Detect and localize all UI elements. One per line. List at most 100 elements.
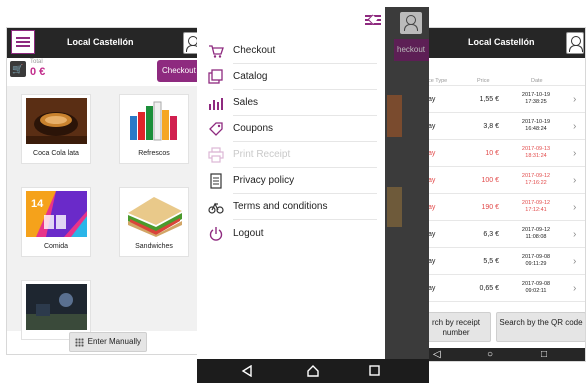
menu-item-label: Privacy policy: [233, 175, 295, 186]
table-row[interactable]: ay 100 € 2017-09-12 17:16:22 ›: [421, 168, 585, 194]
table-row[interactable]: ay 1,55 € 2017-10-19 17:38:25 ›: [421, 87, 585, 113]
menu-item-privacy-policy[interactable]: Privacy policy: [197, 168, 385, 194]
row-price: 0,65 €: [479, 285, 499, 292]
user-profile-icon[interactable]: [400, 12, 422, 34]
checkout-button[interactable]: Checkout: [157, 60, 197, 82]
enter-manually-button[interactable]: Enter Manually: [69, 332, 147, 352]
menu-item-terms[interactable]: Terms and conditions: [197, 194, 385, 220]
home-nav-icon[interactable]: ○: [487, 349, 493, 360]
menu-item-print-receipt[interactable]: Print Receipt: [197, 142, 385, 168]
total-bar: 🛒 Total 0 € Checkout: [7, 58, 197, 82]
search-by-receipt-button[interactable]: rch by receipt number: [421, 312, 491, 342]
back-nav-icon[interactable]: ◁: [433, 349, 441, 360]
row-time: 16:48:24: [525, 126, 547, 132]
left-screen-catalog: Local Castellón 🛒 Total 0 € Checkout Coc…: [6, 27, 198, 355]
category-comida[interactable]: 14 Comida: [21, 187, 91, 257]
row-time: 17:12:41: [525, 207, 547, 213]
column-price: Price: [477, 78, 490, 84]
back-nav-icon[interactable]: [241, 365, 253, 377]
category-grid: Coca Cola lata Refrescos 14 Comida Sandw…: [7, 86, 197, 340]
row-time: 09:11:29: [525, 261, 547, 267]
category-refrescos[interactable]: Refrescos: [119, 94, 189, 164]
sales-chart-icon: [209, 98, 223, 110]
row-time: 18:31:24: [525, 153, 547, 159]
menu-item-logout[interactable]: Logout: [197, 221, 385, 247]
row-date: 2017-09-13: [521, 146, 551, 152]
menu-item-checkout[interactable]: Checkout: [197, 38, 385, 64]
background-checkout-button: heckout: [394, 39, 429, 61]
left-store-title: Local Castellón: [67, 37, 134, 47]
row-price: 3,8 €: [483, 123, 499, 130]
enter-manually-label: Enter Manually: [87, 337, 141, 346]
row-type: ay: [428, 231, 436, 238]
category-label: Coca Cola lata: [33, 150, 79, 157]
hamburger-menu-icon[interactable]: [11, 30, 35, 54]
right-store-title: Local Castellón: [468, 37, 535, 47]
printer-icon: [208, 147, 224, 163]
recents-nav-icon[interactable]: □: [541, 349, 547, 360]
menu-item-sales[interactable]: Sales: [197, 90, 385, 116]
user-profile-icon[interactable]: [183, 32, 197, 54]
row-price: 190 €: [481, 204, 499, 211]
game-image: [26, 284, 87, 330]
category-coca-cola-lata[interactable]: Coca Cola lata: [21, 94, 91, 164]
row-datetime: 2017-09-08 09:02:11: [516, 281, 556, 295]
sandwich-image: [124, 191, 185, 237]
row-price: 100 €: [481, 177, 499, 184]
menu-item-catalog[interactable]: Catalog: [197, 64, 385, 90]
table-row[interactable]: ay 5,5 € 2017-09-08 09:11:29 ›: [421, 249, 585, 275]
row-date: 2017-10-19: [521, 119, 551, 125]
power-icon: [209, 227, 223, 241]
user-profile-icon[interactable]: [566, 32, 584, 54]
row-type: ay: [428, 150, 436, 157]
row-datetime: 2017-09-13 18:31:24: [516, 146, 556, 160]
chevron-right-icon: ›: [573, 202, 577, 213]
table-row[interactable]: ay 0,65 € 2017-09-08 09:02:11 ›: [421, 276, 585, 302]
menu-item-label: Sales: [233, 97, 259, 108]
basket-icon[interactable]: 🛒: [10, 61, 26, 77]
category-label: Sandwiches: [135, 243, 173, 250]
close-menu-icon[interactable]: [365, 13, 381, 27]
background-card-image: [387, 187, 402, 227]
cart-icon: [209, 45, 224, 58]
navigation-drawer: Checkout Catalog Sales Coupons Print Rec…: [197, 7, 385, 359]
total-label: Total: [30, 59, 43, 65]
row-datetime: 2017-09-12 17:16:22: [516, 173, 556, 187]
menu-item-label: Terms and conditions: [233, 201, 328, 212]
table-row[interactable]: ay 10 € 2017-09-13 18:31:24 ›: [421, 141, 585, 167]
bicycle-icon: [208, 202, 224, 214]
android-navbar: ◁ ○ □: [421, 348, 585, 361]
row-time: 17:38:25: [525, 99, 547, 105]
home-nav-icon[interactable]: [306, 365, 320, 377]
column-date: Date: [531, 78, 543, 84]
chevron-right-icon: ›: [573, 283, 577, 294]
row-price: 6,3 €: [483, 231, 499, 238]
left-topbar: Local Castellón: [7, 28, 197, 58]
menu-item-label: Catalog: [233, 71, 268, 82]
row-type: ay: [428, 96, 436, 103]
category-sandwiches[interactable]: Sandwiches: [119, 187, 189, 257]
menu-item-coupons[interactable]: Coupons: [197, 116, 385, 142]
table-row[interactable]: ay 3,8 € 2017-10-19 16:48:24 ›: [421, 114, 585, 140]
menu-item-label: Coupons: [233, 123, 274, 134]
sales-table-header: nce Type Price Date: [421, 76, 585, 86]
table-row[interactable]: ay 6,3 € 2017-09-12 11:08:08 ›: [421, 222, 585, 248]
chevron-right-icon: ›: [573, 148, 577, 159]
table-row[interactable]: ay 190 € 2017-09-12 17:12:41 ›: [421, 195, 585, 221]
category-game[interactable]: [21, 280, 91, 340]
row-type: ay: [428, 123, 436, 130]
menu-item-label: Checkout: [233, 45, 276, 56]
category-label: Refrescos: [138, 150, 170, 157]
chevron-right-icon: ›: [573, 94, 577, 105]
android-navbar: [197, 359, 429, 383]
search-by-qr-button[interactable]: Search by the QR code: [496, 312, 585, 342]
calendar-graphic-image: 14: [26, 191, 87, 237]
row-datetime: 2017-10-19 16:48:24: [516, 119, 556, 133]
row-type: ay: [428, 285, 436, 292]
recents-nav-icon[interactable]: [369, 365, 380, 376]
row-time: 09:02:11: [525, 288, 547, 294]
row-type: ay: [428, 177, 436, 184]
row-date: 2017-09-12: [521, 227, 551, 233]
row-type: ay: [428, 258, 436, 265]
row-price: 1,55 €: [479, 96, 499, 103]
